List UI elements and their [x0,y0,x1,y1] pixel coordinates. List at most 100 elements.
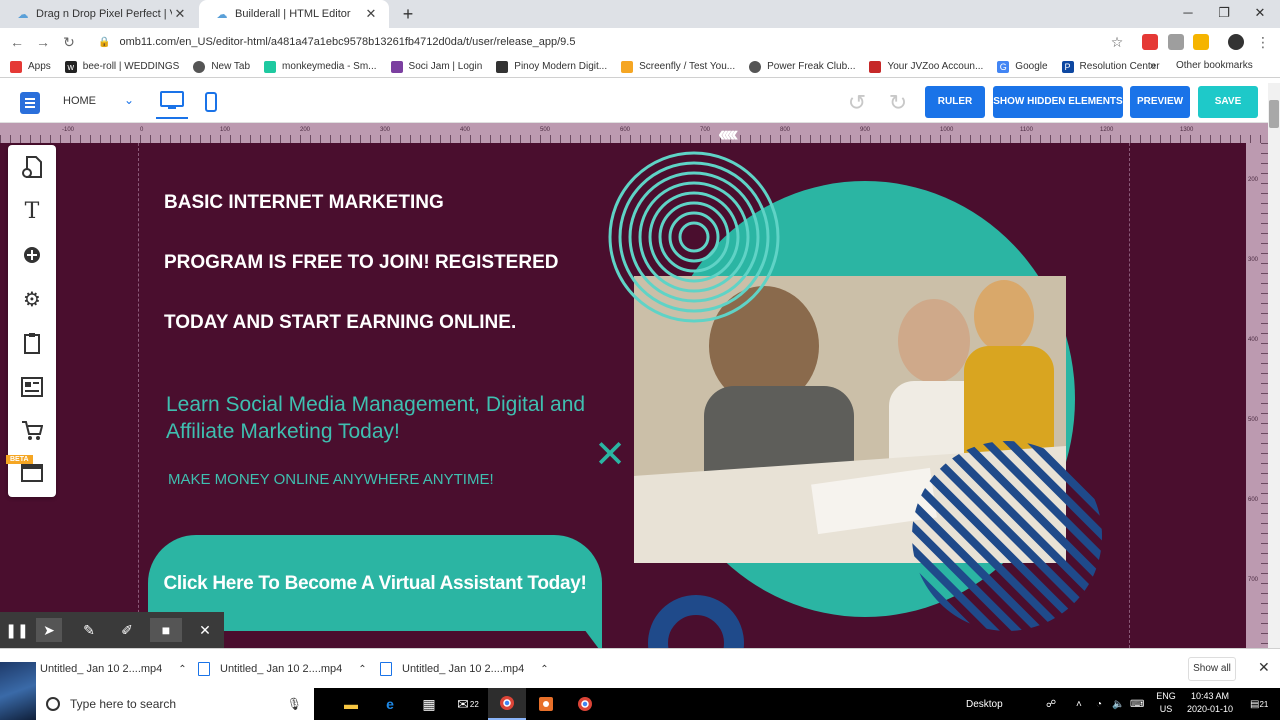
back-arrow-icon[interactable]: ← [6,32,28,52]
desktop-view-icon[interactable] [156,85,188,119]
text-tool-icon[interactable]: T [20,199,44,224]
other-bookmarks[interactable]: Other bookmarks [1176,60,1253,71]
bookmark-item[interactable]: P Resolution Center [1061,60,1160,73]
microphone-icon[interactable]: 🎙 [287,697,302,711]
extension-icon[interactable] [1142,34,1158,50]
navy-ring-shape[interactable] [648,595,744,648]
star-icon[interactable]: ☆ [1106,32,1128,52]
taskbar-search-box[interactable]: Type here to search 🎙 [36,688,314,720]
close-window-button[interactable]: ✕ [1242,2,1278,24]
browser-tab-1[interactable]: ☁ Drag n Drop Pixel Perfect | Virtua ✕ [0,0,198,28]
menu-dots-icon[interactable]: ⋮ [1252,32,1274,52]
notification-icon[interactable]: ▤ 21 [1250,688,1268,720]
chrome-icon[interactable] [566,688,604,720]
horizontal-ruler[interactable]: -100 0 100 200 300 400 500 600 700 800 9… [0,123,1268,143]
ruler-button[interactable]: RULER [925,86,985,118]
concentric-circles-shape[interactable] [606,149,782,325]
preview-button[interactable]: PREVIEW [1130,86,1190,118]
bookmark-item[interactable]: Your JVZoo Accoun... [869,60,983,73]
tab-title: Builderall | HTML Editor [235,8,351,20]
page-scrollbar[interactable] [1268,83,1280,648]
download-item[interactable]: Untitled_ Jan 10 2....mp4 ⌃ [40,649,187,689]
keyboard-icon[interactable]: ⌨ [1130,688,1144,720]
close-download-bar-icon[interactable]: ✕ [1258,659,1270,676]
bookmark-item[interactable]: monkeymedia - Sm... [264,60,377,73]
camera-icon[interactable]: ■ [150,618,182,642]
profile-avatar[interactable] [1228,34,1244,50]
forward-arrow-icon[interactable]: → [32,32,54,52]
video-thumbnail[interactable] [0,662,36,720]
page-selector[interactable]: HOME [63,95,96,107]
ruler-ticks [1261,143,1268,648]
extension-icon[interactable] [1168,34,1184,50]
headline-text[interactable]: BASIC INTERNET MARKETING PROGRAM IS FREE… [164,173,584,353]
bookmark-item[interactable]: New Tab [193,60,250,73]
highlighter-icon[interactable]: ✐ [114,618,140,642]
chevron-up-icon[interactable]: ⌃ [178,664,186,675]
wifi-icon[interactable]: ◔ [1096,688,1102,720]
bookmark-item[interactable]: Screenfly / Test You... [621,60,735,73]
mobile-view-icon[interactable] [205,92,217,112]
settings-gears-icon[interactable]: ⚙ [20,287,44,311]
x-mark-shape[interactable]: ✕ [594,436,626,474]
tagline-text[interactable]: MAKE MONEY ONLINE ANYWHERE ANYTIME! [168,471,494,488]
shopping-cart-icon[interactable] [20,419,44,443]
bookmark-item[interactable]: Soci Jam | Login [390,60,482,73]
volume-icon[interactable]: 🔈 [1112,688,1124,720]
pause-icon[interactable]: ❚❚ [4,618,30,642]
reload-icon[interactable]: ↻ [58,32,80,52]
close-tab-icon[interactable]: ✕ [363,6,379,22]
close-tab-icon[interactable]: ✕ [172,6,188,22]
redo-icon[interactable]: ↻ [886,91,910,115]
desktop-label: Desktop [966,698,1003,710]
clipboard-icon[interactable] [20,331,44,355]
chevron-down-icon[interactable]: ⌄ [124,93,134,107]
new-tab-button[interactable]: + [398,4,418,24]
file-explorer-icon[interactable]: ▬ [332,688,370,720]
page-add-icon[interactable] [20,155,44,179]
pen-icon[interactable]: ✎ [76,618,102,642]
vertical-ruler[interactable]: 200 300 400 500 600 700 [1246,143,1268,648]
add-element-icon[interactable] [20,243,44,267]
bookmark-item[interactable]: w bee-roll | WEDDINGS [64,60,179,73]
minimize-button[interactable]: ─ [1170,2,1206,24]
chevrons-left-shape[interactable]: ‹‹‹‹‹ [718,123,782,145]
blog-article-icon[interactable] [20,375,44,399]
language-indicator[interactable]: ENG US [1154,690,1178,716]
browser-tab-2[interactable]: ☁ Builderall | HTML Editor ✕ [199,0,389,28]
cursor-icon[interactable]: ➤ [36,618,62,642]
extension-icon[interactable] [1193,34,1209,50]
chevron-up-icon[interactable]: ˄ [1076,688,1082,720]
save-button[interactable]: SAVE [1198,86,1258,118]
close-icon[interactable]: ✕ [192,618,218,642]
edge-icon[interactable]: e [371,688,409,720]
ruler-label: 200 [1248,177,1259,183]
download-item[interactable]: Untitled_ Jan 10 2....mp4 ⌃ [380,649,549,689]
chevron-up-icon[interactable]: ⌃ [540,664,548,675]
bookmark-item[interactable]: Pinoy Modern Digit... [496,60,607,73]
subheading-text[interactable]: Learn Social Media Management, Digital a… [166,391,586,445]
scrollbar-thumb[interactable] [1269,100,1279,128]
chevron-up-icon[interactable]: ⌃ [358,664,366,675]
desktop-toolbar[interactable]: Desktop [966,688,1003,720]
calendar-widget-icon[interactable] [20,461,44,485]
bookmark-apps[interactable]: Apps [10,60,51,73]
bookmarks-more-icon[interactable]: » [1150,60,1156,72]
bookmark-item[interactable]: Power Freak Club... [749,60,855,73]
chrome-icon[interactable] [488,688,526,720]
store-icon[interactable]: ▦ [410,688,448,720]
people-icon[interactable]: ☍ [1046,688,1056,720]
mail-icon[interactable]: ✉ 22 [449,688,487,720]
download-item[interactable]: Untitled_ Jan 10 2....mp4 ⌃ [198,649,367,689]
recorder-app-icon[interactable] [527,688,565,720]
undo-icon[interactable]: ↺ [845,91,869,115]
elements-panel: T ⚙ [8,145,56,497]
restore-button[interactable]: ❐ [1206,2,1242,24]
striped-circle-shape[interactable] [910,439,1104,633]
show-hidden-elements-button[interactable]: SHOW HIDDEN ELEMENTS [993,86,1123,118]
bookmark-item[interactable]: G Google [997,60,1048,73]
taskbar-clock[interactable]: 10:43 AM 2020-01-10 [1182,690,1238,716]
url-field[interactable]: 🔒 omb11.com/en_US/editor-html/a481a47a1e… [90,31,1135,53]
show-all-button[interactable]: Show all [1188,657,1236,681]
editor-canvas[interactable]: ✕ BASIC INTERNET MARKETING PROGRAM IS FR… [0,143,1246,648]
